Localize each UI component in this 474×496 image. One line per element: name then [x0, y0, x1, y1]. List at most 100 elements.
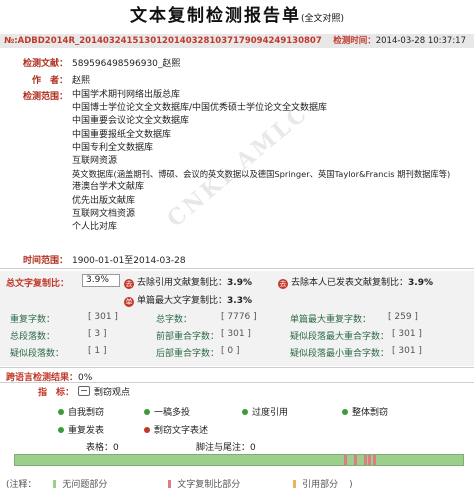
summary-panel: 总文字复制比： 3.9% 去去除引用文献复制比：3.9% 去去除本人已发表文献复… — [0, 271, 474, 366]
range-item: 优先出版文献库 — [72, 195, 136, 206]
indicator-label: 重复发表 — [68, 426, 105, 436]
doc-label: 检测文献： — [22, 59, 68, 69]
indicator-item: 自我剽窃 — [58, 405, 104, 418]
range-item: 中国专利全文数据库 — [72, 142, 154, 153]
exclude-ref-value: 3.9% — [227, 278, 252, 288]
author-value: 赵熙 — [72, 76, 91, 86]
green-dot-icon — [342, 409, 348, 415]
stat-label: 单篇最大重复字数： — [290, 315, 372, 325]
report-title: 文本复制检测报告单(全文对照) — [0, 3, 474, 29]
range-item: 港澳台学术文献库 — [72, 182, 145, 193]
range-list: 中国学术期刊网络出版总库 中国博士学位论文全文数据库/中国优秀硕士学位论文全文数… — [72, 89, 450, 234]
divider — [0, 268, 474, 269]
detection-time-value: 2014-03-28 10:37:17 — [375, 36, 466, 46]
stat-value: [ 3 ] — [88, 329, 107, 339]
red-dot-icon — [144, 427, 150, 433]
exclude-self-label: 去除本人已发表文献复制比： — [291, 278, 409, 288]
stat-label: 疑似段落最大重合字数： — [290, 332, 390, 342]
exclude-self-value: 3.9% — [408, 278, 433, 288]
legend-label: 文字复制比部分 — [177, 480, 241, 490]
tables-value: 0 — [113, 443, 119, 453]
total-ratio-value: 3.9% — [82, 274, 120, 287]
legend-close: ) — [349, 480, 353, 490]
indicator-label: 过度引用 — [252, 408, 289, 418]
range-item: 互联网资源 — [72, 156, 118, 167]
single-max-label: 单篇最大文字复制比： — [137, 296, 228, 306]
single-icon: 单 — [124, 297, 134, 307]
indicator-label: 一稿多投 — [154, 408, 191, 418]
stat-value: [ 301 ] — [221, 329, 251, 339]
indicator-label: 剽窃观点 — [94, 388, 131, 398]
stat-value: [ 7776 ] — [221, 312, 257, 322]
stat-label: 总字数： — [156, 315, 193, 325]
divider — [0, 382, 474, 383]
copy-mark — [368, 455, 371, 465]
indicator-item: 剽窃文字表述 — [144, 423, 208, 436]
total-ratio-box: 3.9% — [82, 274, 120, 287]
legend-label: 无问题部分 — [62, 480, 108, 490]
range-item: 中国重要会议论文全文数据库 — [72, 116, 190, 127]
range-item: 个人比对库 — [72, 222, 118, 233]
detection-time-label: 检测时间： — [333, 36, 376, 46]
exclude-icon: 去 — [278, 279, 288, 289]
detection-time: 检测时间：2014-03-28 10:37:17 — [333, 34, 466, 48]
copy-mark — [373, 455, 376, 465]
stat-label: 重复字数： — [10, 315, 56, 325]
tables-count: 表格：0 — [86, 440, 119, 453]
range-item: 英文数据库(涵盖期刊、博硕、会议的英文数据以及德国Springer、英国Tayl… — [72, 169, 451, 180]
exclude-self-ratio: 去去除本人已发表文献复制比：3.9% — [278, 275, 433, 289]
footnotes-count: 脚注与尾注：0 — [196, 440, 256, 453]
green-dot-icon — [144, 409, 150, 415]
exclude-icon: 去 — [124, 279, 134, 289]
range-label: 检测范围： — [22, 92, 68, 102]
indicator-item: 整体剽窃 — [342, 405, 388, 418]
report-number: №:ADBD2014R_2014032415130120140328103717… — [4, 36, 322, 46]
stat-label: 总段落数： — [10, 332, 56, 342]
document-overview-strip — [14, 454, 464, 466]
indicator-item: 重复发表 — [58, 423, 104, 436]
stat-value: [ 301 ] — [392, 346, 422, 356]
range-item: 互联网文档资源 — [72, 208, 136, 219]
time-range-label: 时间范围： — [22, 256, 68, 266]
report-title-text: 文本复制检测报告单 — [129, 6, 301, 26]
report-number-bar: №:ADBD2014R_2014032415130120140328103717… — [0, 34, 474, 48]
range-item: 中国学术期刊网络出版总库 — [72, 90, 181, 100]
indicator-label: 自我剽窃 — [68, 408, 105, 418]
legend-swatch-copy — [168, 480, 172, 488]
copy-mark — [354, 455, 357, 465]
footnotes-value: 0 — [250, 443, 256, 453]
indicators-label: 指 标： — [38, 388, 75, 398]
legend: (注释： 无问题部分 文字复制比部分 引用部分 ) — [6, 477, 353, 490]
legend-label: 引用部分 — [302, 480, 339, 490]
indicator-item: 过度引用 — [242, 405, 288, 418]
document-icon — [78, 386, 90, 396]
stat-label: 前部重合字数： — [156, 332, 220, 342]
indicator-viewpoint: 剽窃观点 — [78, 385, 130, 398]
indicator-item: 一稿多投 — [144, 405, 190, 418]
doc-value: 589596498596930_赵熙 — [72, 59, 181, 69]
legend-swatch-ok — [53, 480, 57, 488]
exclude-ref-label: 去除引用文献复制比： — [137, 278, 228, 288]
legend-swatch-cite — [293, 480, 297, 488]
author-label: 作 者： — [31, 76, 68, 86]
stat-value: [ 259 ] — [388, 312, 418, 322]
legend-note: (注释： — [6, 480, 37, 490]
green-dot-icon — [58, 427, 64, 433]
stat-label: 疑似段落数： — [10, 349, 65, 359]
indicator-label: 剽窃文字表述 — [154, 426, 209, 436]
green-dot-icon — [242, 409, 248, 415]
time-range-value: 1900-01-01至2014-03-28 — [72, 256, 186, 266]
stat-value: [ 1 ] — [88, 346, 107, 356]
stat-value: [ 0 ] — [221, 346, 240, 356]
stat-label: 后部重合字数： — [156, 349, 220, 359]
total-ratio-label: 总文字复制比： — [6, 279, 70, 289]
green-dot-icon — [58, 409, 64, 415]
report-title-suffix: (全文对照) — [300, 14, 345, 24]
copy-mark — [344, 455, 347, 465]
exclude-ref-ratio: 去去除引用文献复制比：3.9% — [124, 275, 252, 289]
divider — [0, 367, 474, 368]
range-item: 中国博士学位论文全文数据库/中国优秀硕士学位论文全文数据库 — [72, 103, 328, 114]
stat-value: [ 301 ] — [392, 329, 422, 339]
indicator-label: 整体剽窃 — [352, 408, 389, 418]
stat-label: 疑似段落最小重合字数： — [290, 349, 390, 359]
